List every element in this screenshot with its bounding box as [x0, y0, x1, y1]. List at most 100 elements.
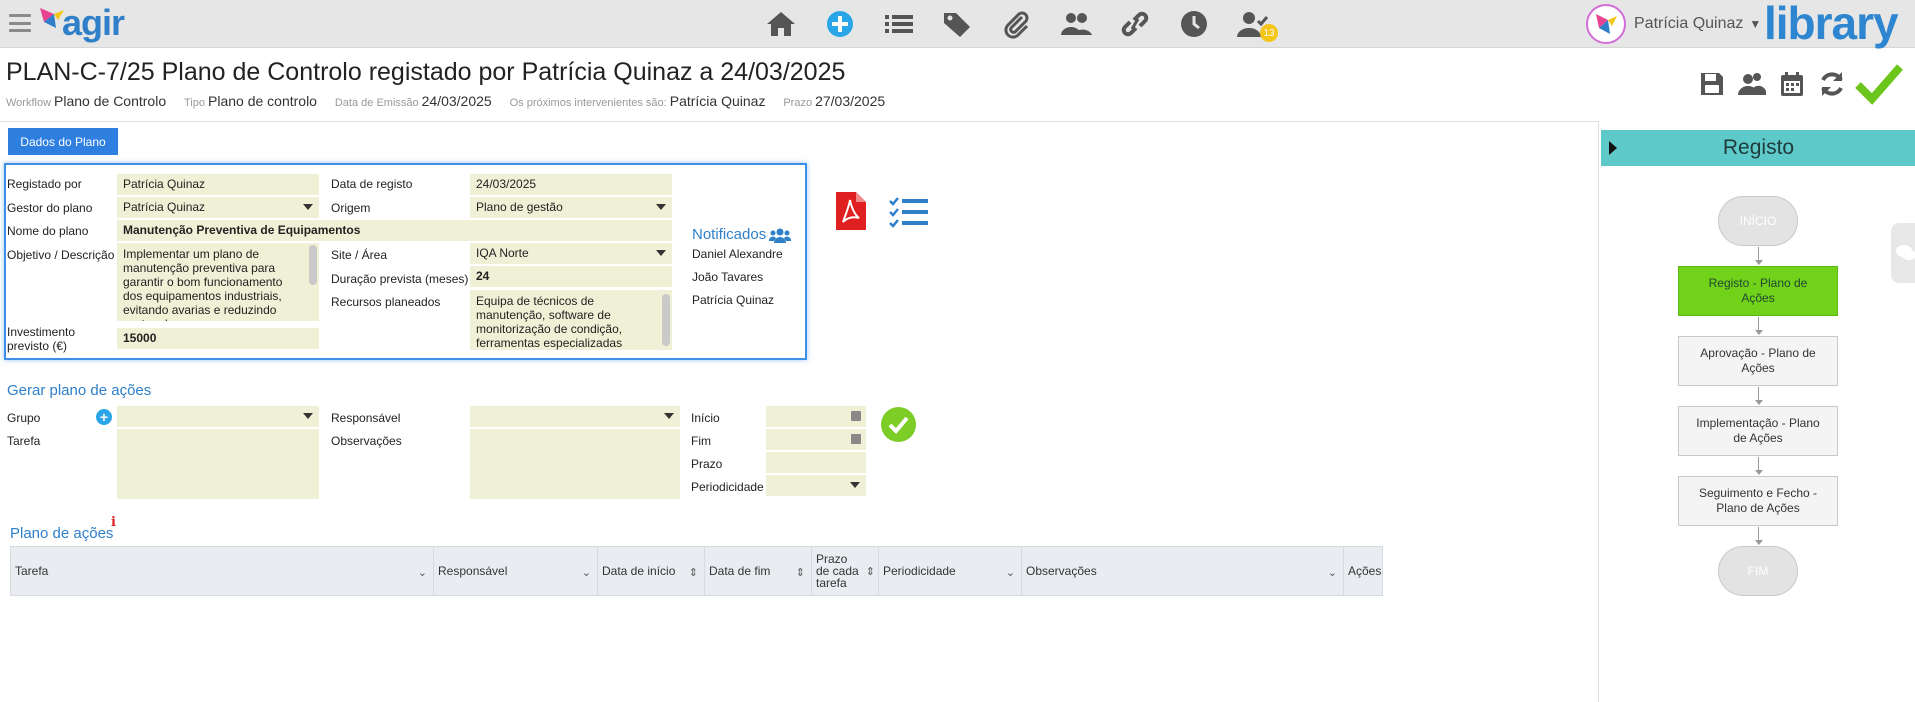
info-icon[interactable]: i [111, 515, 116, 530]
col-prazo[interactable]: Prazo de cada tarefa ⇕ [812, 547, 879, 595]
save-icon[interactable] [1694, 66, 1730, 102]
col-responsavel[interactable]: Responsável ⌄ [434, 547, 598, 595]
avatar [1586, 4, 1626, 44]
chevron-down-icon: ⌄ [417, 567, 427, 579]
investimento-field[interactable]: 15000 [117, 328, 319, 349]
tags-icon[interactable] [939, 6, 977, 42]
meta-value: 24/03/2025 [421, 93, 492, 109]
objetivo-textarea[interactable]: Implementar um plano de manutenção preve… [117, 243, 319, 321]
workflow-step-implementacao[interactable]: Implementação - Plano de Ações [1678, 406, 1838, 456]
label-investimento: Investimento previsto (€) [7, 325, 76, 353]
paperclip-icon[interactable] [998, 6, 1036, 42]
responsavel-select[interactable] [470, 406, 680, 427]
workflow-end[interactable]: FIM [1718, 546, 1798, 596]
notificado-item: Patrícia Quinaz [692, 293, 775, 307]
label-gestor: Gestor do plano [7, 201, 93, 215]
calendar-icon[interactable] [851, 411, 861, 421]
confirm-check-icon[interactable] [1854, 64, 1904, 105]
col-periodicidade[interactable]: Periodicidade ⌄ [879, 547, 1022, 595]
list-icon[interactable] [880, 6, 918, 42]
workflow-connector [1758, 387, 1759, 401]
participants-icon[interactable] [1734, 66, 1770, 102]
workflow-arrow [1755, 540, 1763, 545]
site-select[interactable]: IQA Norte [470, 243, 672, 264]
col-data-inicio[interactable]: Data de início ⇕ [598, 547, 705, 595]
label-fim: Fim [691, 434, 711, 448]
col-tarefa[interactable]: Tarefa ⌄ [11, 547, 434, 595]
meta-value: Patrícia Quinaz [669, 93, 766, 109]
meta-value: Plano de Controlo [54, 93, 167, 109]
registado-por-field: Patrícia Quinaz [117, 174, 319, 195]
inicio-date-field[interactable] [766, 406, 866, 427]
col-data-fim[interactable]: Data de fim ⇕ [705, 547, 812, 595]
workflow-start[interactable]: INÍCIO [1718, 196, 1798, 246]
header-divider [0, 121, 1598, 122]
col-observacoes[interactable]: Observações ⌄ [1022, 547, 1344, 595]
checklist-icon[interactable] [888, 196, 930, 230]
notificados-title: Notificados [692, 226, 792, 243]
library-logo[interactable]: library [1764, 0, 1899, 50]
fim-date-field[interactable] [766, 429, 866, 450]
meta-key: Workflow [6, 97, 52, 109]
clock-icon[interactable] [1175, 6, 1213, 42]
calendar-icon[interactable] [1774, 66, 1810, 102]
link-icon[interactable] [1116, 6, 1154, 42]
notificados-list: Daniel Alexandre João Tavares Patrícia Q… [692, 246, 783, 315]
menu-icon[interactable] [9, 14, 31, 32]
refresh-icon[interactable] [1814, 66, 1850, 102]
label-nome: Nome do plano [7, 224, 89, 238]
meta-value: 27/03/2025 [815, 93, 886, 109]
scrollbar[interactable] [662, 294, 670, 346]
prazo-field[interactable] [766, 452, 866, 473]
workflow-header[interactable]: Registo [1601, 130, 1915, 166]
workflow-step-aprovacao[interactable]: Aprovação - Plano de Ações [1678, 336, 1838, 386]
observacoes-textarea[interactable] [470, 429, 680, 499]
tab-dados-do-plano[interactable]: Dados do Plano [8, 128, 118, 155]
add-icon[interactable] [821, 6, 859, 42]
user-check-icon[interactable]: 13 [1234, 6, 1278, 42]
top-bar: agir 13 Patrícia Quinaz ▼ library [0, 0, 1915, 50]
workflow-step-seguimento[interactable]: Seguimento e Fecho - Plano de Ações [1678, 476, 1838, 526]
origem-select[interactable]: Plano de gestão [470, 197, 672, 218]
recursos-textarea[interactable]: Equipa de técnicos de manutenção, softwa… [470, 290, 672, 350]
user-name: Patrícia Quinaz [1634, 15, 1744, 32]
pdf-icon[interactable] [836, 192, 866, 230]
workflow-connector [1758, 247, 1759, 261]
periodicidade-select[interactable] [766, 475, 866, 496]
add-action-check-icon[interactable] [881, 407, 916, 442]
col-label: Tarefa [15, 564, 49, 578]
label-objetivo: Objetivo / Descrição [7, 248, 115, 262]
add-group-icon[interactable]: + [96, 409, 112, 425]
workflow-step-registo[interactable]: Registo - Plano de Ações [1678, 266, 1838, 316]
home-icon[interactable] [762, 6, 800, 42]
col-acoes: Ações [1344, 547, 1382, 595]
users-icon[interactable] [1057, 6, 1095, 42]
label-inicio: Início [691, 411, 720, 425]
meta-key: Os próximos intervenientes são: [509, 97, 667, 109]
workflow-header-label: Registo [1722, 136, 1795, 159]
label-grupo: Grupo [7, 411, 41, 425]
data-registo-field: 24/03/2025 [470, 174, 672, 195]
duracao-field[interactable]: 24 [470, 266, 672, 287]
calendar-icon[interactable] [851, 434, 861, 444]
meta-key: Tipo [184, 97, 205, 109]
label-site: Site / Área [331, 248, 388, 262]
chevron-down-icon: ⌄ [1005, 567, 1015, 579]
meta-key: Data de Emissão [334, 97, 419, 109]
gerar-title: Gerar plano de ações [7, 382, 152, 399]
scrollbar[interactable] [309, 245, 317, 285]
user-menu[interactable]: Patrícia Quinaz ▼ [1586, 4, 1761, 44]
tarefa-textarea[interactable] [117, 429, 319, 499]
notificado-item: Daniel Alexandre [692, 247, 783, 261]
agir-logo[interactable]: agir [38, 2, 128, 46]
gestor-select[interactable]: Patrícia Quinaz [117, 197, 319, 218]
grupo-select[interactable] [117, 406, 319, 427]
chat-side-tab[interactable] [1891, 223, 1915, 283]
title-actions [1694, 64, 1908, 105]
workflow-arrow [1755, 260, 1763, 265]
col-label: Responsável [438, 564, 508, 578]
caret-right-icon [1609, 141, 1617, 155]
col-label: Ações [1348, 564, 1382, 578]
nome-field[interactable]: Manutenção Preventiva de Equipamentos [117, 220, 672, 241]
sort-icon: ⇕ [795, 567, 805, 579]
